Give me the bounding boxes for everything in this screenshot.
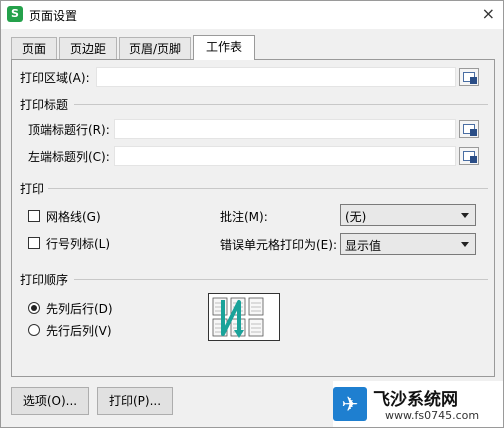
print-titles-header: 打印标题	[20, 98, 69, 112]
print-area-label: 打印区域(A):	[20, 71, 90, 85]
range-picker-icon[interactable]	[459, 147, 479, 165]
comments-select-value: (无)	[345, 210, 367, 224]
wps-app-icon: S	[7, 6, 23, 22]
comments-select[interactable]: (无)	[340, 204, 476, 226]
left-cols-input[interactable]	[114, 146, 456, 166]
gridlines-label: 网格线(G)	[46, 210, 101, 224]
down-then-over-radio[interactable]	[28, 302, 40, 314]
tab-page[interactable]: 页面	[11, 37, 57, 59]
errors-select[interactable]: 显示值	[340, 233, 476, 255]
errors-label: 错误单元格打印为(E):	[220, 238, 337, 252]
left-cols-label: 左端标题列(C):	[28, 150, 110, 164]
window-title: 页面设置	[29, 9, 78, 23]
gridlines-checkbox[interactable]	[28, 210, 40, 222]
watermark-logo-icon: ✈	[333, 387, 367, 421]
top-rows-input[interactable]	[114, 119, 456, 139]
row-col-headings-checkbox[interactable]	[28, 237, 40, 249]
sheet-tab-panel: 打印区域(A): 打印标题 顶端标题行(R): 左端标题列(C): 打印 网格线…	[11, 59, 495, 377]
group-divider	[74, 104, 488, 105]
errors-select-value: 显示值	[345, 239, 382, 253]
print-button[interactable]: 打印(P)...	[97, 387, 173, 415]
print-order-preview-image	[208, 293, 280, 341]
down-then-over-label: 先列后行(D)	[46, 302, 113, 316]
group-divider	[48, 188, 488, 189]
tab-margins[interactable]: 页边距	[59, 37, 117, 59]
row-col-headings-label: 行号列标(L)	[46, 237, 111, 251]
chevron-down-icon	[461, 213, 469, 218]
page-setup-dialog: S 页面设置 × 页面 页边距 页眉/页脚 工作表 打印区域(A): 打印标题 …	[0, 0, 504, 428]
watermark-brand: 飞沙系统网	[373, 390, 458, 410]
watermark-url: www.fs0745.com	[385, 409, 480, 422]
title-bar: S 页面设置 ×	[1, 1, 503, 29]
print-order-header: 打印顺序	[20, 273, 69, 287]
chevron-down-icon	[461, 242, 469, 247]
tab-header-footer[interactable]: 页眉/页脚	[119, 37, 191, 59]
group-divider	[74, 279, 488, 280]
over-then-down-label: 先行后列(V)	[46, 324, 112, 338]
close-icon[interactable]: ×	[482, 4, 495, 23]
print-header: 打印	[20, 182, 45, 196]
options-button[interactable]: 选项(O)...	[11, 387, 89, 415]
top-rows-label: 顶端标题行(R):	[28, 123, 110, 137]
over-then-down-radio[interactable]	[28, 324, 40, 336]
watermark: ✈ 飞沙系统网 www.fs0745.com	[333, 381, 503, 427]
range-picker-icon[interactable]	[459, 68, 479, 86]
print-area-input[interactable]	[96, 67, 456, 87]
tab-sheet[interactable]: 工作表	[193, 35, 255, 60]
comments-label: 批注(M):	[220, 210, 268, 224]
range-picker-icon[interactable]	[459, 120, 479, 138]
page-order-icon	[212, 297, 264, 338]
